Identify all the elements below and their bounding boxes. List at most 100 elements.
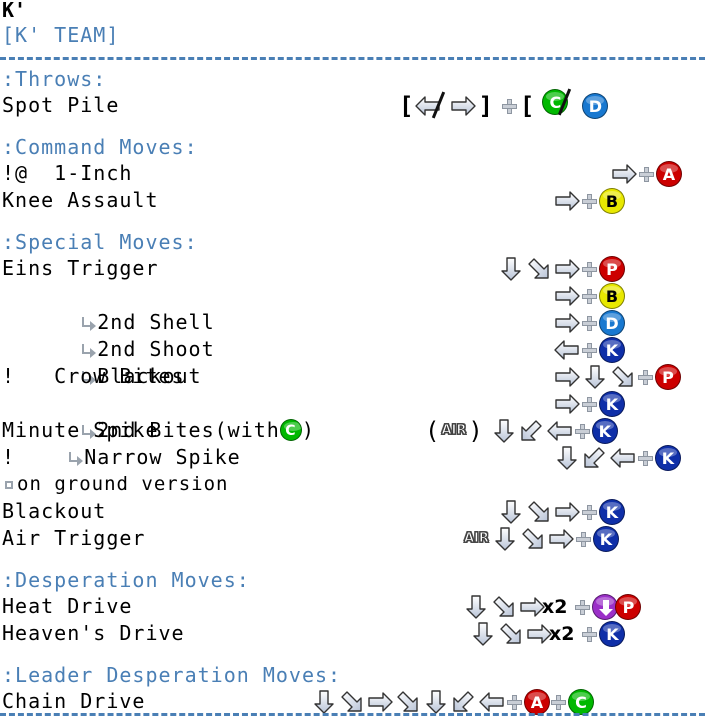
team-name: [K' TEAM]	[2, 23, 120, 47]
move-row-eins-trigger[interactable]: Eins Trigger P	[0, 255, 705, 282]
move-row-crow-bites[interactable]: ! Crow Bites P	[0, 363, 705, 390]
paren-close-icon: )	[468, 416, 483, 445]
move-name-chain-drive: Chain Drive	[2, 689, 146, 713]
arrow-forward-icon	[553, 283, 581, 309]
move-row-heavens-drive[interactable]: Heaven's Drive x2 K	[0, 620, 705, 647]
plus-icon	[637, 364, 655, 390]
arrow-forward-icon	[553, 391, 581, 417]
move-name-knee-assault: Knee Assault	[2, 188, 159, 212]
arrow-back-icon	[478, 689, 506, 715]
arrow-down-forward-icon-2	[394, 689, 422, 715]
plus-icon	[581, 188, 599, 214]
move-inputs-crow-bites: P	[553, 363, 681, 390]
button-C-icon: C	[568, 688, 594, 715]
back-or-forward-group	[414, 91, 446, 119]
plus-icon	[581, 283, 599, 309]
section-leader-desperation-moves: :Leader Desperation Moves: Chain Drive A…	[0, 662, 705, 715]
move-inputs-narrow-spike: K	[553, 444, 681, 471]
move-name-eins-trigger: Eins Trigger	[2, 256, 159, 280]
arrow-down-icon	[581, 364, 609, 390]
bottom-divider	[0, 713, 705, 716]
arrow-down-icon	[469, 621, 497, 647]
button-K-icon: K	[591, 417, 618, 444]
repeat-count-label: x2	[542, 595, 568, 618]
move-row-2nd-bites[interactable]: 2nd Bites(with C) K	[0, 390, 705, 442]
move-row-2nd-shoot[interactable]: 2nd Shoot D	[0, 309, 705, 361]
button-K-icon: K	[599, 390, 625, 417]
arrow-down-icon	[497, 256, 525, 282]
button-P-icon: P	[599, 255, 625, 282]
button-B-icon: B	[599, 187, 625, 214]
plus-icon	[637, 445, 655, 471]
button-A-icon: A	[524, 688, 550, 715]
button-K-icon: K	[592, 525, 619, 552]
move-row-blackout-followup[interactable]: Blackout K	[0, 336, 705, 388]
bracket-open-icon: [	[399, 91, 414, 120]
move-row-spot-pile[interactable]: Spot Pile [] [C D	[0, 87, 705, 120]
move-inputs-2nd-shoot: D	[553, 309, 625, 336]
move-row-chain-drive[interactable]: Chain Drive A C	[0, 688, 705, 715]
plus-icon	[581, 391, 599, 417]
plus-icon	[581, 499, 599, 525]
plus-icon	[501, 93, 519, 119]
move-name-heavens-drive: Heaven's Drive	[2, 621, 185, 645]
move-row-2nd-shell[interactable]: 2nd Shell B	[0, 282, 705, 334]
arrow-forward-icon	[610, 161, 638, 187]
move-inputs-2nd-shell: B	[553, 282, 625, 309]
air-badge: AIR	[464, 530, 490, 546]
arrow-down-icon-2	[422, 689, 450, 715]
move-inputs-heat-drive: x2 P	[462, 593, 642, 620]
section-title-throws: :Throws:	[2, 67, 107, 91]
section-desperation-moves: :Desperation Moves: Heat Drive x2 P Heav…	[0, 567, 705, 647]
plus-icon-2	[550, 689, 568, 715]
move-name-air-trigger: Air Trigger	[2, 526, 146, 550]
move-row-blackout[interactable]: Blackout K	[0, 498, 705, 525]
page-header: K' [K' TEAM]	[0, 0, 705, 60]
section-title-desperation-moves: :Desperation Moves:	[2, 568, 250, 592]
move-inputs-minute-spike: ( AIR ) K	[425, 417, 618, 444]
arrow-down-icon	[310, 689, 338, 715]
move-inputs-blackout-followup: K	[553, 336, 625, 363]
repeat-count-label: x2	[549, 622, 575, 645]
move-name-heat-drive: Heat Drive	[2, 594, 133, 618]
move-row-minute-spike[interactable]: Minute Spike ( AIR ) K	[0, 417, 705, 444]
plus-icon	[581, 337, 599, 363]
bracket-close-icon: ]	[478, 91, 493, 120]
square-bullet-icon	[5, 481, 13, 489]
arrow-forward-icon	[553, 188, 581, 214]
move-row-air-trigger[interactable]: Air Trigger AIR K	[0, 525, 705, 552]
plus-icon	[575, 526, 593, 552]
section-throws: :Throws: Spot Pile [] [C D	[0, 66, 705, 119]
move-row-knee-assault[interactable]: Knee Assault B	[0, 187, 705, 214]
arrow-down-icon	[490, 418, 518, 444]
arrow-back-icon	[546, 418, 574, 444]
c-or-d-group: C	[542, 87, 572, 123]
move-inputs-knee-assault: B	[553, 187, 625, 214]
move-row-heat-drive[interactable]: Heat Drive x2 P	[0, 593, 705, 620]
arrow-down-forward-icon	[490, 594, 518, 620]
move-row-narrow-spike[interactable]: ! Narrow Spike K	[0, 444, 705, 471]
button-drive-icon	[592, 593, 619, 620]
note-on-ground-version: on ground version	[5, 471, 228, 498]
section-command-moves: :Command Moves: !@ 1-Inch A Knee Assault…	[0, 134, 705, 214]
arrow-forward-icon	[553, 499, 581, 525]
move-row-one-inch[interactable]: !@ 1-Inch A	[0, 160, 705, 187]
button-D-icon: D	[599, 309, 625, 336]
arrow-down-back-icon	[518, 418, 546, 444]
button-A-icon: A	[656, 160, 682, 187]
bracket-open-icon-2: [	[519, 91, 535, 120]
section-title-special-moves: :Special Moves:	[2, 230, 198, 254]
button-P-icon: P	[615, 593, 642, 620]
button-D-icon: D	[582, 92, 609, 119]
top-divider	[0, 57, 705, 60]
arrow-forward-icon	[553, 310, 581, 336]
button-P-icon: P	[655, 363, 681, 390]
plus-icon	[506, 689, 524, 715]
move-inputs-one-inch: A	[610, 160, 682, 187]
arrow-forward-icon	[449, 93, 477, 119]
arrow-down-back-icon	[450, 689, 478, 715]
section-title-leader-desperation-moves: :Leader Desperation Moves:	[2, 663, 342, 687]
arrow-down-forward-icon	[497, 621, 525, 647]
section-title-command-moves: :Command Moves:	[2, 135, 198, 159]
move-name-one-inch: !@ 1-Inch	[2, 161, 133, 185]
